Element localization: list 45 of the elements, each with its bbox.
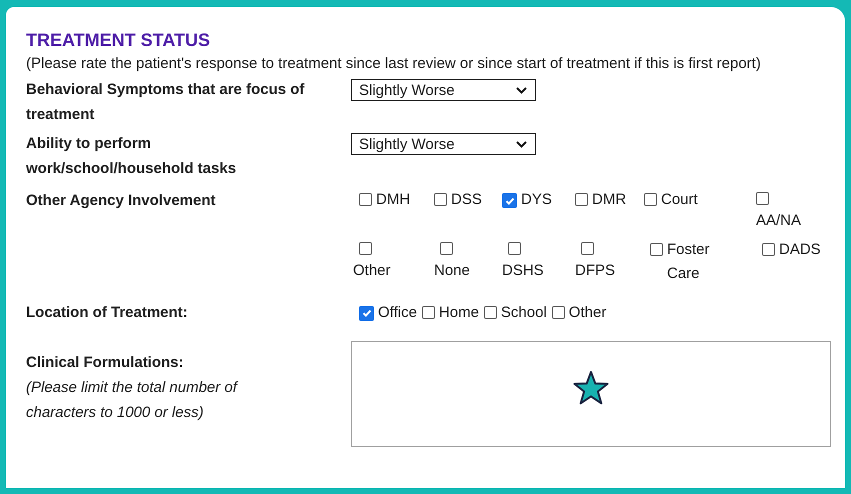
option-label: DSHS [502,262,544,279]
dropdown[interactable]: Slightly Worse [351,133,536,155]
checkbox[interactable] [552,306,565,319]
checkbox[interactable] [359,242,372,255]
option-label: School [500,304,547,321]
check-icon [360,307,372,319]
checkbox[interactable] [422,306,435,319]
checkbox[interactable] [484,306,497,319]
field-label: Other Agency Involvement [26,191,216,211]
option-label: AA/NA [756,212,802,229]
chevron-icon [516,86,527,94]
chevron-icon [516,140,527,148]
checkbox[interactable] [756,192,769,205]
checkbox[interactable] [359,193,372,206]
option-label: DYS [521,190,552,210]
checkbox[interactable] [508,242,521,255]
option-label: Other [353,262,391,279]
option-label: DMH [376,190,410,210]
option-label: DFPS [575,262,616,279]
option-label: Home [438,304,479,321]
field-hint: (Please limit the total number of characters to 1000 or less) [26,378,240,423]
checkbox[interactable] [440,242,453,255]
option-label: DMR [592,190,626,210]
option-label: Court [661,190,698,210]
checkbox[interactable] [762,243,775,256]
field-label: Location of Treatment: [26,303,189,323]
checkbox[interactable] [581,242,594,255]
checkbox[interactable] [359,306,374,320]
checkbox[interactable] [502,193,517,208]
field-label: Behavioral Symptoms that are focus of treatment [26,80,306,125]
option-label: Foster Care [667,240,711,284]
field-label: Ability to perform work/school/household tasks [26,134,238,179]
checkbox[interactable] [434,193,447,206]
dropdown[interactable]: Slightly Worse [351,79,536,101]
option-label: Office [378,304,417,321]
option-label: None [434,262,470,279]
checkbox[interactable] [650,243,663,256]
section-note: (Please rate the patient's response to treatment since last review or since start of treatment if this is first report) [26,54,762,74]
section-title: TREATMENT STATUS [26,29,211,52]
field-label: Clinical Formulations: [26,353,185,373]
checkbox[interactable] [644,193,657,206]
checkbox[interactable] [575,193,588,206]
option-label: DADS [779,240,821,260]
option-label: Other [568,304,606,321]
option-label: DSS [451,190,482,210]
